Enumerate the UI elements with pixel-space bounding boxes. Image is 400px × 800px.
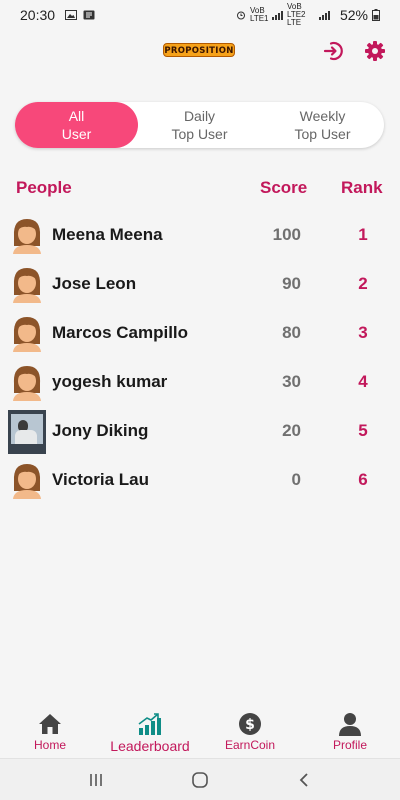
logout-icon — [323, 41, 343, 61]
user-avatar-icon — [13, 219, 41, 254]
logout-button[interactable] — [321, 39, 345, 63]
user-name: Marcos Campillo — [52, 323, 189, 342]
people-column-header: People — [16, 178, 72, 197]
leaderboard-row[interactable]: Meena Meena 100 1 — [0, 214, 400, 258]
user-name: Jose Leon — [52, 274, 137, 293]
svg-text:$: $ — [245, 717, 255, 733]
leaderboard-filter-tabs: All User Daily Top User Weekly Top User — [15, 102, 384, 148]
coin-icon: $ — [239, 713, 261, 735]
nav-earncoin-label: EarnCoin — [224, 738, 276, 752]
profile-icon — [339, 713, 361, 736]
user-avatar-icon — [13, 268, 41, 303]
user-score: 0 — [291, 470, 301, 489]
user-rank: 1 — [358, 225, 368, 244]
user-name: Meena Meena — [52, 225, 163, 244]
back-button[interactable] — [290, 769, 318, 791]
status-time: 20:30 — [20, 7, 56, 23]
nav-profile-label: Profile — [332, 738, 367, 752]
user-rank: 3 — [358, 323, 368, 342]
leaderboard-row[interactable]: Victoria Lau 0 6 — [0, 459, 400, 503]
signal-icon-2 — [318, 10, 330, 20]
tab-daily-line1: Daily — [183, 108, 216, 124]
user-rank: 6 — [358, 470, 368, 489]
battery-icon — [372, 9, 380, 21]
user-rank: 4 — [358, 372, 368, 391]
leaderboard-row[interactable]: Jony Diking 20 5 — [0, 410, 400, 454]
score-column-header: Score — [260, 178, 308, 197]
user-name: Jony Diking — [52, 421, 149, 440]
tab-weekly-line2: Top User — [294, 126, 351, 142]
user-photo — [8, 410, 46, 454]
alarm-icon — [236, 11, 245, 20]
tab-daily-top-user[interactable]: Daily Top User — [138, 102, 261, 148]
user-rank: 5 — [358, 421, 368, 440]
user-score: 100 — [272, 225, 301, 244]
status-right: VoB LTE1 VoB LTE2 LTE 52% — [236, 3, 380, 27]
user-rank: 2 — [358, 274, 368, 293]
home-circle-icon — [192, 772, 208, 788]
back-icon — [299, 773, 308, 787]
nav-home-label: Home — [33, 738, 66, 752]
recent-apps-icon — [90, 774, 102, 786]
nav-earncoin[interactable]: $ EarnCoin — [218, 704, 282, 758]
system-navigation-bar — [0, 758, 400, 800]
gear-icon — [365, 41, 385, 61]
tab-all-user-line2: User — [61, 126, 92, 142]
battery-percent: 52% — [339, 7, 368, 23]
lte2-label: VoB LTE2 LTE — [286, 2, 306, 27]
nav-home[interactable]: Home — [22, 704, 78, 758]
message-icon — [83, 10, 95, 20]
rank-column-header: Rank — [341, 178, 383, 197]
user-score: 80 — [282, 323, 301, 342]
bottom-navigation: Home Leaderboard $ EarnCoin Profile — [0, 704, 400, 758]
leaderboard-row[interactable]: Jose Leon 90 2 — [0, 263, 400, 307]
status-bar: 20:30 VoB LTE1 VoB LTE2 LTE 52% — [0, 0, 400, 30]
user-score: 30 — [282, 372, 301, 391]
lte1-label: VoB LTE1 — [249, 6, 269, 23]
tab-weekly-line1: Weekly — [299, 108, 346, 124]
leaderboard-icon — [138, 713, 161, 735]
user-score: 90 — [282, 274, 301, 293]
app-logo: PROPOSITION — [163, 43, 235, 57]
leaderboard-row[interactable]: Marcos Campillo 80 3 — [0, 312, 400, 356]
recent-apps-button[interactable] — [82, 769, 110, 791]
app-header: PROPOSITION — [0, 34, 400, 68]
gallery-icon — [65, 10, 78, 20]
user-avatar-icon — [13, 464, 41, 499]
user-score: 20 — [282, 421, 301, 440]
tab-all-user-line1: All — [68, 108, 85, 124]
nav-leaderboard[interactable]: Leaderboard — [102, 704, 198, 758]
signal-icon — [271, 10, 283, 20]
tab-weekly-top-user[interactable]: Weekly Top User — [261, 102, 384, 148]
user-name: Victoria Lau — [52, 470, 149, 489]
tab-all-user[interactable]: All User — [15, 102, 138, 148]
nav-leaderboard-label: Leaderboard — [110, 738, 190, 754]
user-avatar-icon — [13, 317, 41, 352]
leaderboard-row[interactable]: yogesh kumar 30 4 — [0, 361, 400, 405]
user-avatar-icon — [13, 366, 41, 401]
user-name: yogesh kumar — [52, 372, 168, 391]
nav-profile[interactable]: Profile — [324, 704, 376, 758]
home-system-button[interactable] — [186, 769, 214, 791]
tab-daily-line2: Top User — [171, 126, 228, 142]
home-icon — [39, 714, 61, 734]
settings-button[interactable] — [363, 39, 387, 63]
leaderboard-header: People Score Rank — [0, 176, 400, 200]
